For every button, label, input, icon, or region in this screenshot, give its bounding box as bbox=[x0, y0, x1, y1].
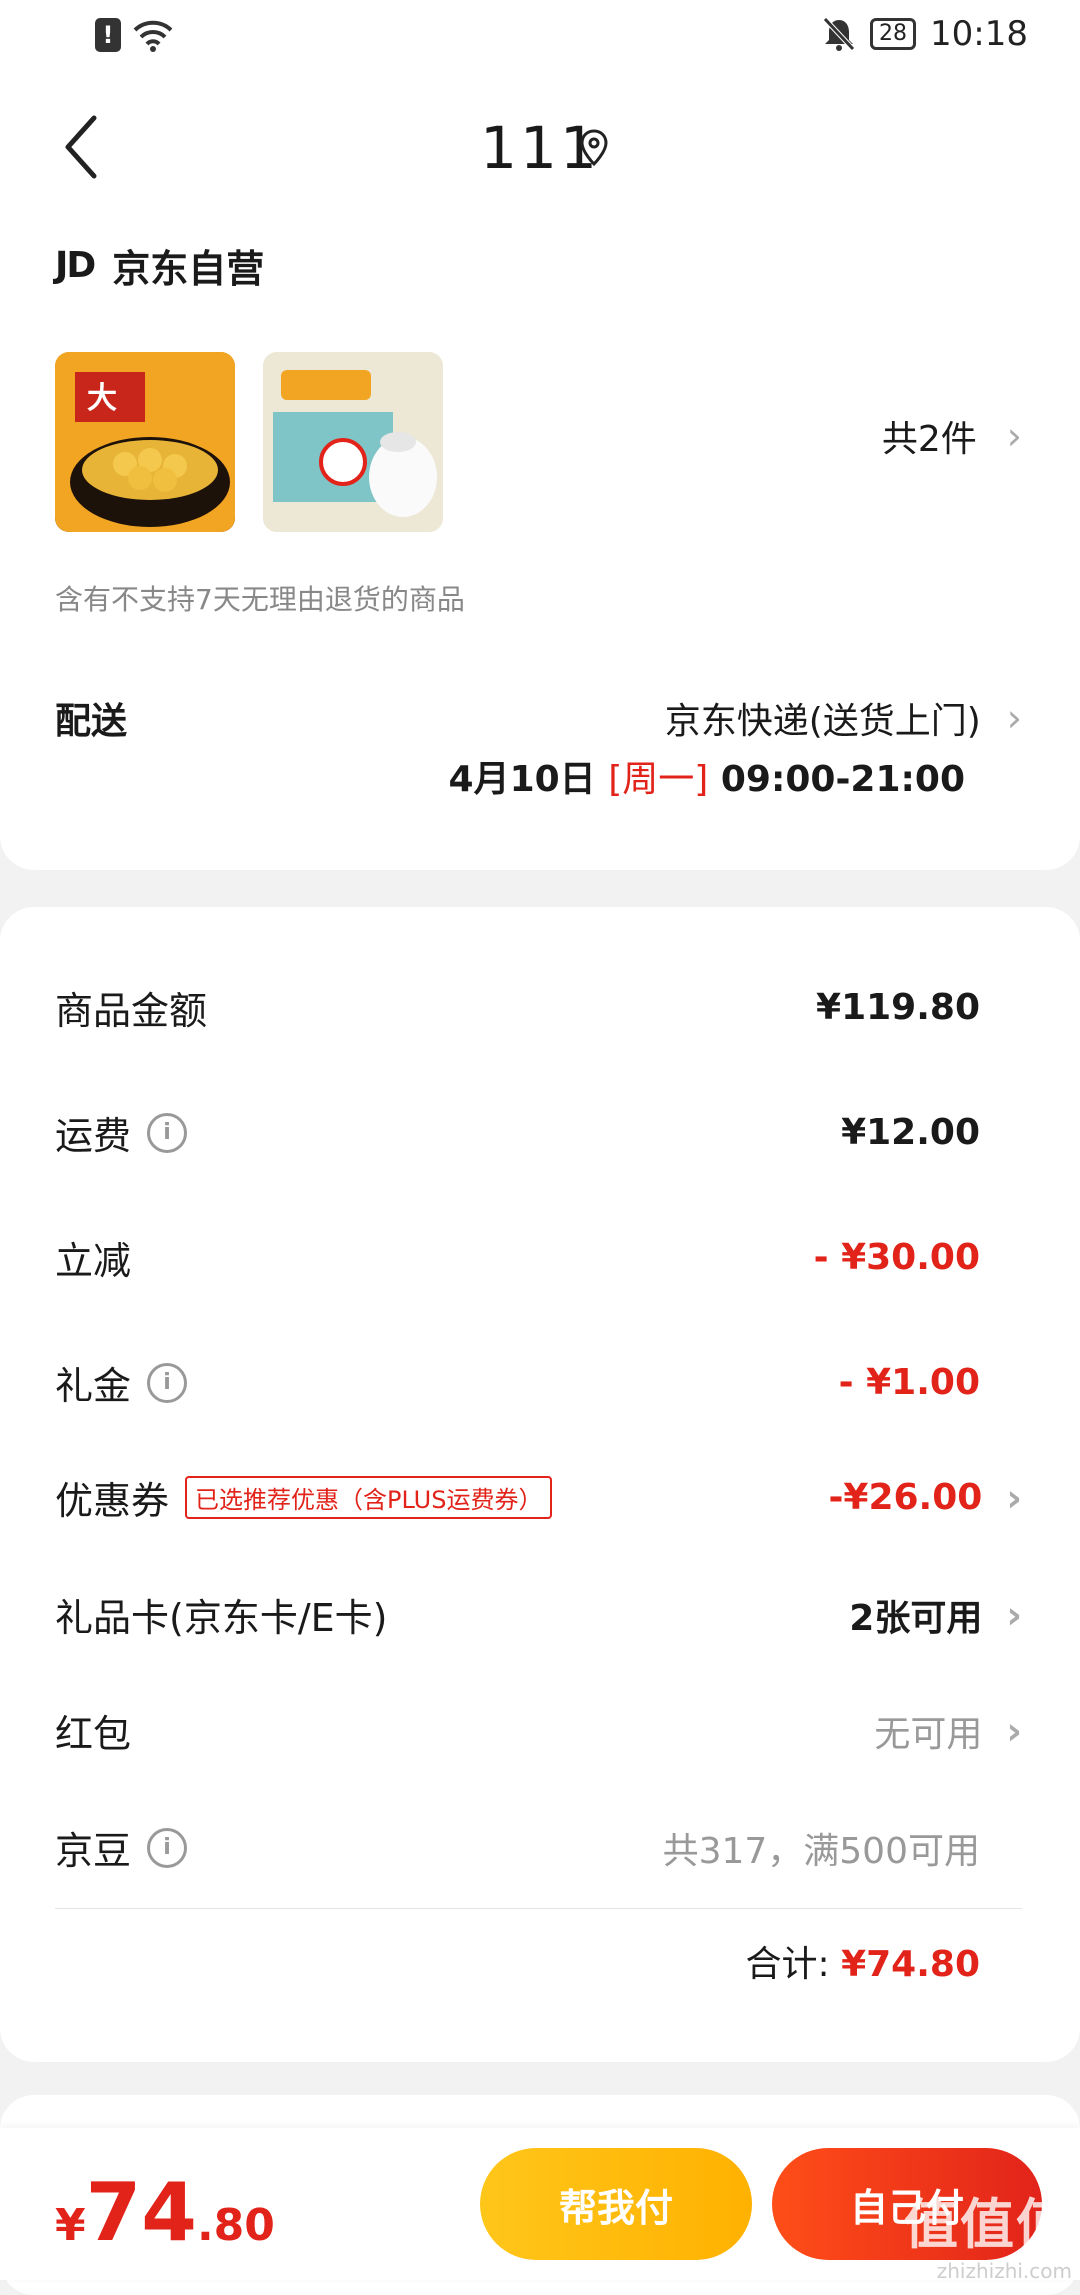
delivery-time[interactable]: 4月10日 [周一] 09:00-21:00 bbox=[449, 750, 965, 802]
gift-money-label-group: 礼金 i bbox=[55, 1355, 188, 1410]
product-thumbnail-1[interactable]: 大 bbox=[55, 352, 235, 532]
status-right: 28 10:18 bbox=[822, 14, 1028, 54]
shipping-label: 运费 bbox=[55, 1114, 132, 1158]
gift-card-row[interactable]: 礼品卡(京东卡/E卡) 2张可用 › bbox=[55, 1587, 1022, 1642]
shop-header: JD 京东自营 bbox=[55, 238, 264, 293]
red-packet-label: 红包 bbox=[55, 1712, 132, 1756]
help-pay-button[interactable]: 帮我付 bbox=[480, 2148, 752, 2260]
svg-text:大: 大 bbox=[87, 381, 117, 416]
delivery-time-range: 09:00-21:00 bbox=[720, 759, 965, 800]
battery-icon: 28 bbox=[870, 18, 917, 50]
product-image-rice-balls: 大 bbox=[55, 352, 235, 532]
instant-discount-value: - ¥30.00 bbox=[813, 1237, 980, 1278]
pay-price: ¥ 74 .80 bbox=[55, 2166, 275, 2259]
shipping-row: 运费 i ¥12.00 bbox=[55, 1105, 1022, 1160]
alert-icon: ! bbox=[95, 18, 121, 52]
watermark-sub: zhizhizhi.com bbox=[936, 2259, 1072, 2283]
item-count: 共2件 bbox=[881, 419, 977, 460]
red-packet-row[interactable]: 红包 无可用 › bbox=[55, 1703, 1022, 1758]
status-left: ! bbox=[95, 18, 173, 52]
red-packet-value: 无可用 bbox=[874, 1713, 983, 1755]
jingdou-value: 共317，满500可用 bbox=[662, 1830, 980, 1872]
jingdou-label-group: 京豆 i bbox=[55, 1820, 188, 1875]
jd-logo: JD bbox=[55, 245, 96, 286]
coupon-label: 优惠券 bbox=[55, 1479, 170, 1523]
order-total: 合计: ¥74.80 bbox=[745, 1935, 980, 1987]
wifi-icon bbox=[133, 20, 173, 52]
coupon-tag: 已选推荐优惠（含PLUS运费券） bbox=[185, 1476, 553, 1519]
chevron-right-icon: › bbox=[1006, 696, 1022, 740]
goods-amount-value: ¥119.80 bbox=[816, 987, 980, 1028]
chevron-right-icon: › bbox=[1006, 1592, 1022, 1637]
gift-money-row: 礼金 i - ¥1.00 bbox=[55, 1355, 1022, 1410]
coupon-value: -¥26.00 bbox=[828, 1477, 983, 1518]
coupon-label-group: 优惠券 已选推荐优惠（含PLUS运费券） bbox=[55, 1470, 553, 1525]
delivery-method-selector[interactable]: 京东快递(送货上门) › bbox=[665, 692, 1022, 744]
info-icon[interactable]: i bbox=[147, 1827, 188, 1868]
coupon-value-group: -¥26.00 › bbox=[828, 1476, 1022, 1520]
chevron-right-icon: › bbox=[1006, 414, 1022, 458]
mute-bell-icon bbox=[823, 17, 855, 51]
status-bar: ! 28 10:18 bbox=[0, 0, 1080, 72]
price-decimal: .80 bbox=[196, 2200, 275, 2251]
gift-money-value: - ¥1.00 bbox=[838, 1362, 980, 1403]
currency-symbol: ¥ bbox=[55, 2200, 86, 2251]
delivery-weekday: [周一] bbox=[608, 759, 709, 800]
gift-card-value: 2张可用 bbox=[849, 1597, 983, 1639]
page-title: 111 bbox=[480, 114, 600, 182]
product-thumbnail-2[interactable] bbox=[263, 352, 443, 532]
gift-card-label: 礼品卡(京东卡/E卡) bbox=[55, 1596, 388, 1640]
shipping-value: ¥12.00 bbox=[841, 1112, 980, 1153]
gift-money-label: 礼金 bbox=[55, 1364, 132, 1408]
return-policy-note: 含有不支持7天无理由退货的商品 bbox=[55, 583, 465, 616]
price-integer: 74 bbox=[85, 2166, 197, 2259]
coupon-row[interactable]: 优惠券 已选推荐优惠（含PLUS运费券） -¥26.00 › bbox=[55, 1470, 1022, 1525]
location-pin-icon[interactable] bbox=[578, 128, 610, 168]
clock: 10:18 bbox=[930, 14, 1028, 54]
jingdou-row: 京豆 i 共317，满500可用 bbox=[55, 1820, 1022, 1875]
gift-card-value-group: 2张可用 › bbox=[849, 1589, 1022, 1641]
total-value: ¥74.80 bbox=[841, 1944, 980, 1985]
delivery-method: 京东快递(送货上门) bbox=[664, 701, 981, 742]
chevron-right-icon: › bbox=[1006, 1708, 1022, 1753]
item-count-row[interactable]: 共2件 › bbox=[882, 410, 1022, 462]
info-icon[interactable]: i bbox=[147, 1362, 188, 1403]
order-items-card: JD 京东自营 大 共2件 › 含有不支持7天无理由退货的商品 配送 京东快递(… bbox=[0, 200, 1080, 870]
divider bbox=[55, 1908, 1022, 1909]
instant-discount-row: 立减 - ¥30.00 bbox=[55, 1230, 1022, 1285]
watermark: 值值值 zhizhizhi.com bbox=[904, 2180, 1072, 2283]
goods-amount-label: 商品金额 bbox=[55, 989, 208, 1033]
watermark-main: 值值值 bbox=[904, 2193, 1072, 2256]
chevron-right-icon: › bbox=[1006, 1475, 1022, 1520]
shop-name: 京东自营 bbox=[112, 247, 265, 291]
delivery-date: 4月10日 bbox=[448, 759, 596, 800]
goods-amount-row: 商品金额 ¥119.80 bbox=[55, 980, 1022, 1035]
red-packet-value-group: 无可用 › bbox=[874, 1705, 1022, 1757]
product-image-coconut bbox=[263, 352, 443, 532]
shipping-label-group: 运费 i bbox=[55, 1105, 188, 1160]
info-icon[interactable]: i bbox=[147, 1112, 188, 1153]
instant-discount-label: 立减 bbox=[55, 1239, 132, 1283]
delivery-label: 配送 bbox=[55, 701, 128, 742]
jingdou-label: 京豆 bbox=[55, 1829, 132, 1873]
total-label: 合计: bbox=[745, 1944, 830, 1985]
